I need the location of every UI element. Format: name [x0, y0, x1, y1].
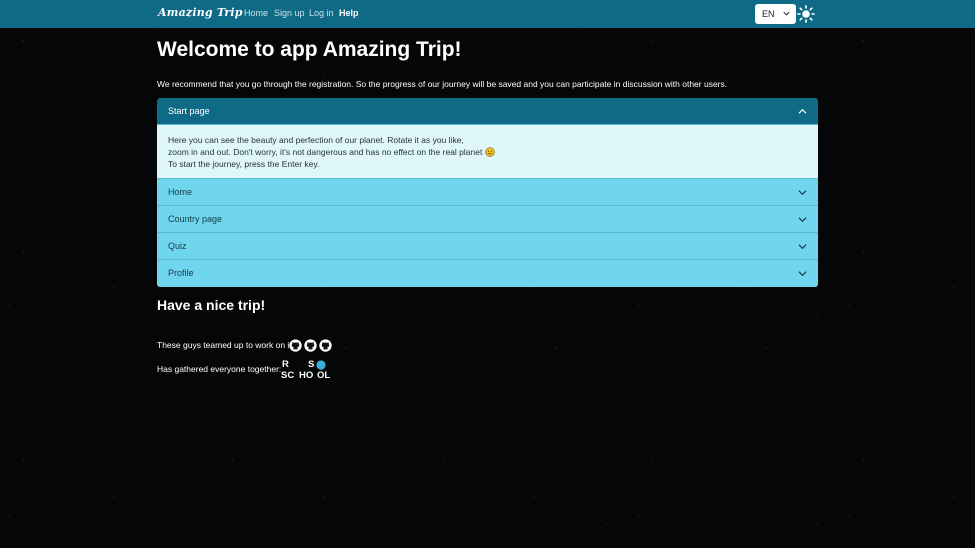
- page-title: Welcome to app Amazing Trip!: [157, 38, 462, 61]
- logo-letters: HO: [299, 370, 313, 380]
- accordion-label: Country page: [168, 214, 223, 224]
- accordion-header-country-page[interactable]: Country page: [157, 206, 818, 233]
- accordion-label: Profile: [168, 268, 194, 278]
- team-text: These guys teamed up to work on it: [157, 340, 292, 350]
- language-select[interactable]: EN: [755, 4, 796, 24]
- github-icon[interactable]: [319, 339, 332, 352]
- intro-text: We recommend that you go through the reg…: [157, 79, 728, 89]
- github-icon[interactable]: [289, 339, 302, 352]
- body-line: Here you can see the beauty and perfecti…: [168, 135, 464, 145]
- top-navbar: Amazing Trip Home Sign up Log in Help EN: [0, 0, 975, 28]
- logo-letters: R: [282, 359, 289, 370]
- chevron-up-icon: [798, 108, 807, 114]
- accordion-header-profile[interactable]: Profile: [157, 260, 818, 287]
- chevron-down-icon: [783, 11, 790, 16]
- accordion-label: Start page: [168, 106, 210, 116]
- logo-letters: OL: [317, 370, 330, 380]
- sun-icon[interactable]: [797, 5, 815, 23]
- chevron-down-icon: [798, 190, 807, 196]
- body-line-with-emoji: zoom in and out. Don't worry, it's not d…: [168, 146, 807, 158]
- goodbye-heading: Have a nice trip!: [157, 297, 266, 313]
- body-line: zoom in and out. Don't worry, it's not d…: [168, 147, 483, 157]
- chevron-down-icon: [798, 217, 807, 223]
- accordion-label: Home: [168, 187, 193, 197]
- brand-logo[interactable]: Amazing Trip: [158, 6, 243, 19]
- chevron-down-icon: [798, 244, 807, 250]
- nav-link-home[interactable]: Home: [244, 8, 268, 18]
- school-text: Has gathered everyone together:: [157, 364, 282, 374]
- accordion-header-home[interactable]: Home: [157, 179, 818, 206]
- language-value: EN: [762, 9, 775, 19]
- nav-link-signup[interactable]: Sign up: [274, 8, 305, 18]
- github-icon[interactable]: [304, 339, 317, 352]
- accordion-header-start-page[interactable]: Start page: [157, 98, 818, 125]
- accordion-body-start-page: Here you can see the beauty and perfecti…: [157, 125, 818, 179]
- nav-link-login[interactable]: Log in: [309, 8, 334, 18]
- chevron-down-icon: [798, 271, 807, 277]
- body-line: To start the journey, press the Enter ke…: [168, 159, 320, 169]
- accordion-header-quiz[interactable]: Quiz: [157, 233, 818, 260]
- smiley-icon: [485, 147, 495, 157]
- rs-school-logo[interactable]: R S SC HO OL: [281, 359, 334, 380]
- nav-link-help[interactable]: Help: [339, 8, 359, 18]
- logo-letters: S: [308, 359, 314, 370]
- accordion-label: Quiz: [168, 241, 187, 251]
- help-accordion: Start page Here you can see the beauty a…: [157, 98, 818, 287]
- logo-letters: SC: [281, 370, 294, 380]
